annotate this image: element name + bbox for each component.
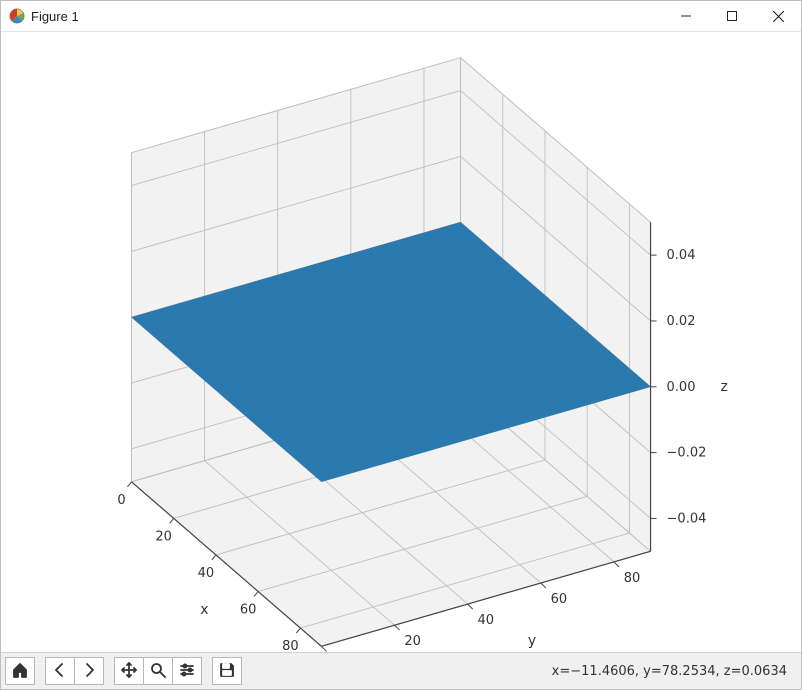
app-window: Figure 1 020406080020406080−0.04−0.020.0… (0, 0, 802, 690)
back-button[interactable] (45, 657, 75, 685)
arrow-left-icon (52, 662, 68, 681)
svg-text:x: x (200, 602, 208, 618)
svg-text:80: 80 (282, 639, 299, 654)
svg-text:0.00: 0.00 (667, 380, 696, 395)
svg-text:0: 0 (117, 493, 125, 508)
zoom-icon (150, 662, 166, 681)
toolbar-group-home (5, 657, 35, 685)
svg-text:z: z (721, 379, 728, 395)
svg-text:20: 20 (404, 634, 421, 649)
plot-canvas[interactable]: 020406080020406080−0.04−0.020.000.020.04… (1, 32, 801, 652)
zoom-button[interactable] (143, 657, 173, 685)
close-button[interactable] (755, 1, 801, 31)
home-button[interactable] (5, 657, 35, 685)
axes-3d: 020406080020406080−0.04−0.020.000.020.04… (1, 32, 801, 654)
maximize-button[interactable] (709, 1, 755, 31)
svg-text:20: 20 (155, 529, 172, 544)
titlebar[interactable]: Figure 1 (1, 1, 801, 32)
svg-text:−0.04: −0.04 (667, 511, 707, 526)
save-button[interactable] (212, 657, 242, 685)
svg-text:40: 40 (198, 566, 215, 581)
svg-text:0.02: 0.02 (667, 314, 696, 329)
save-icon (219, 662, 235, 681)
window-title: Figure 1 (31, 9, 79, 24)
svg-text:60: 60 (551, 592, 568, 607)
navigation-toolbar: x=−11.4606, y=78.2534, z=0.0634 (1, 652, 801, 689)
svg-text:80: 80 (624, 571, 641, 586)
pan-button[interactable] (114, 657, 144, 685)
move-icon (121, 662, 137, 681)
svg-text:40: 40 (477, 613, 494, 628)
home-icon (12, 662, 28, 681)
toolbar-group-save (212, 657, 242, 685)
forward-button[interactable] (74, 657, 104, 685)
svg-text:0.04: 0.04 (667, 248, 696, 263)
toolbar-group-view (114, 657, 202, 685)
coord-readout: x=−11.4606, y=78.2534, z=0.0634 (552, 664, 797, 679)
svg-text:y: y (528, 633, 536, 649)
minimize-button[interactable] (663, 1, 709, 31)
sliders-icon (179, 662, 195, 681)
arrow-right-icon (81, 662, 97, 681)
matplotlib-icon (9, 8, 25, 24)
svg-text:60: 60 (240, 602, 257, 617)
svg-text:−0.02: −0.02 (667, 446, 707, 461)
configure-subplots-button[interactable] (172, 657, 202, 685)
toolbar-group-nav (45, 657, 104, 685)
